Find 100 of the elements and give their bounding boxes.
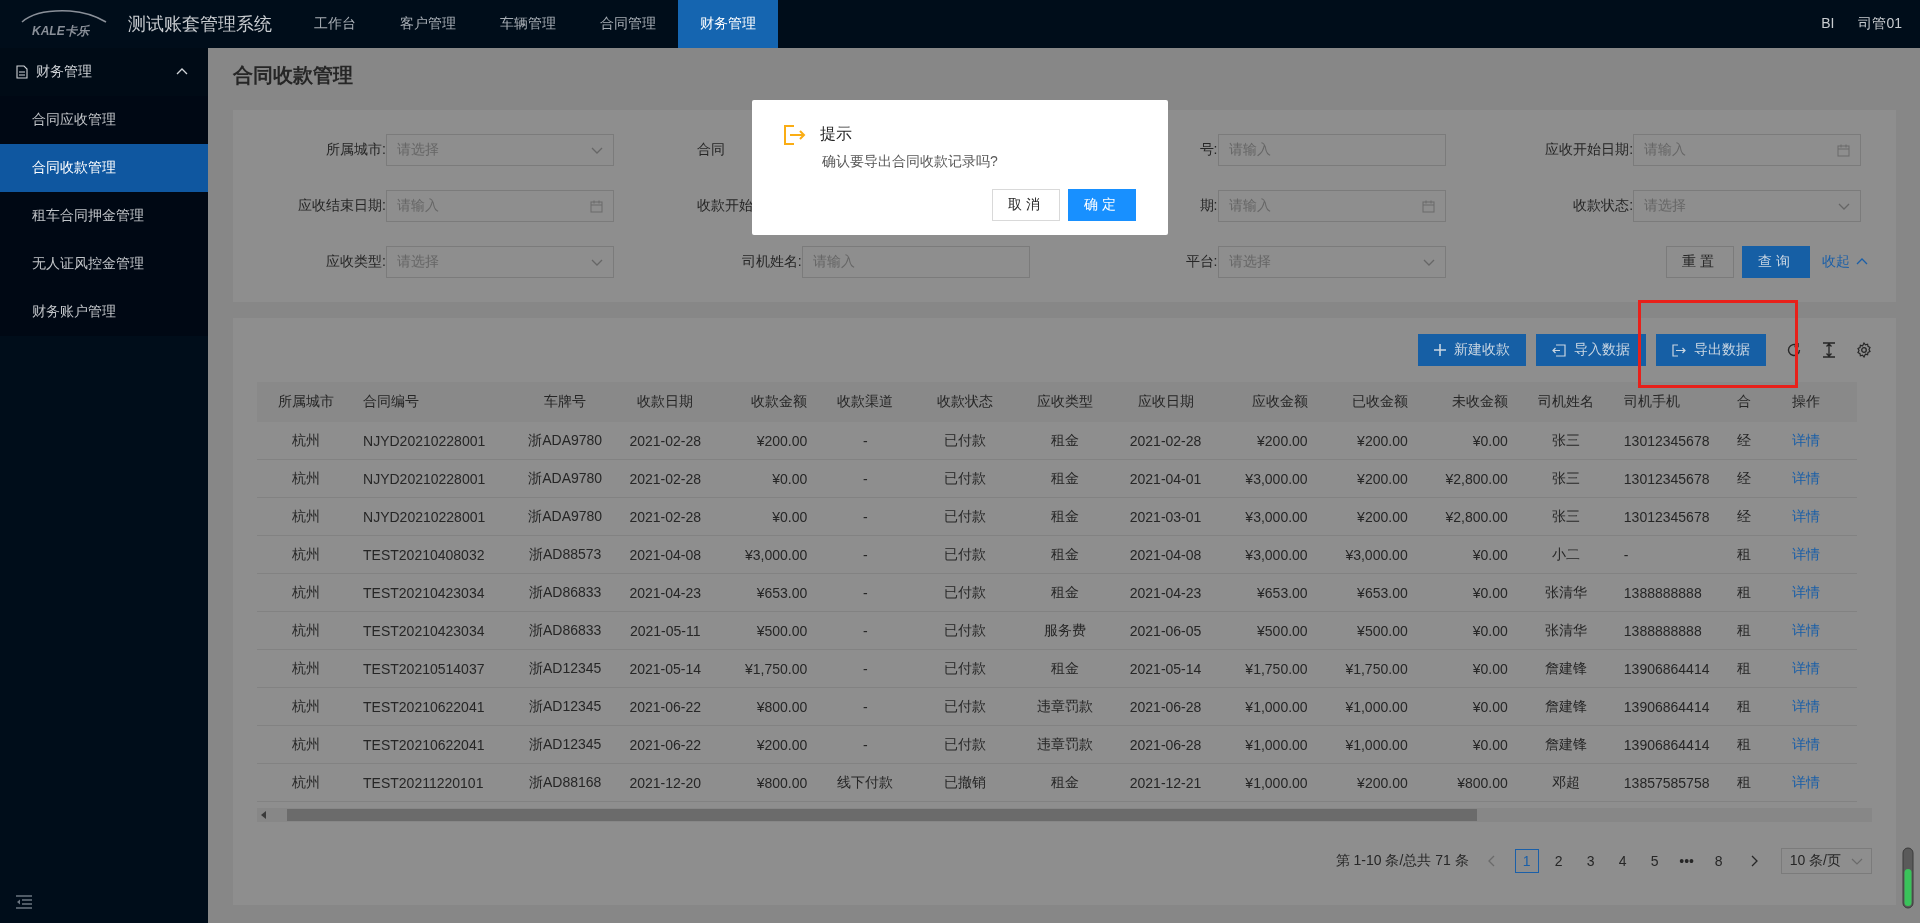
toolbar-button[interactable]: 导出数据 [1656, 334, 1766, 366]
column-height-icon[interactable] [1822, 342, 1836, 358]
table-cell: 2021-02-28 [1115, 422, 1216, 460]
table-cell: NJYD20210228001 [355, 459, 516, 498]
gauge-icon [1902, 847, 1914, 909]
pagination-summary: 第 1-10 条/总共 71 条 [1335, 852, 1469, 870]
table-cell: 詹建锋 [1515, 725, 1616, 764]
column-header: 未收金额 [1415, 382, 1516, 422]
table-cell: 租金 [1015, 573, 1116, 612]
nav-tab[interactable]: 车辆管理 [478, 0, 578, 48]
sidebar-item[interactable]: 合同收款管理 [0, 144, 208, 192]
reset-button[interactable]: 重置 [1666, 246, 1734, 278]
table-cell: ¥1,750.00 [715, 649, 816, 688]
table-cell: - [1615, 535, 1737, 574]
collapse-menu-icon[interactable] [16, 895, 32, 909]
table-cell: 线下付款 [815, 763, 916, 802]
table-cell: 13906864414 [1615, 725, 1737, 764]
table-cell: 1388888888 [1615, 611, 1737, 650]
table-cell: 13012345678 [1615, 497, 1737, 536]
page-size-select[interactable]: 10 条/页 [1780, 848, 1872, 874]
sidebar-item[interactable]: 无人证风控金管理 [0, 240, 208, 288]
ok-button[interactable]: 确定 [1068, 189, 1136, 221]
table-cell: ¥0.00 [715, 497, 816, 536]
scroll-left-icon[interactable] [261, 811, 267, 819]
table-cell: ¥200.00 [715, 725, 816, 764]
table-cell: 2021-02-28 [615, 459, 716, 498]
page-button[interactable]: 2 [1546, 849, 1571, 873]
nav-tab[interactable]: 财务管理 [678, 0, 778, 48]
table-cell: 浙ADA9780 [515, 422, 616, 460]
table-cell: 2021-04-08 [615, 535, 716, 574]
page-button[interactable]: ••• [1674, 849, 1699, 873]
table-cell: ¥3,000.00 [1315, 535, 1416, 574]
nav-tab[interactable]: 工作台 [292, 0, 378, 48]
table-cell: 2021-02-28 [615, 497, 716, 536]
cancel-button[interactable]: 取消 [992, 189, 1060, 221]
table-cell: 租 [1736, 535, 1756, 574]
table-cell: ¥200.00 [1315, 422, 1416, 460]
header-link[interactable]: BI [1821, 15, 1835, 33]
table-cell: - [815, 573, 916, 612]
column-header: 应收类型 [1015, 382, 1116, 422]
toolbar-button[interactable]: 导入数据 [1536, 334, 1646, 366]
table-cell: 张三 [1515, 422, 1616, 460]
table-cell: 詹建锋 [1515, 649, 1616, 688]
table-cell: ¥800.00 [715, 763, 816, 802]
table-cell: 浙ADA9780 [515, 459, 616, 498]
page-button[interactable]: 3 [1578, 849, 1603, 873]
column-header: 应收金额 [1215, 382, 1316, 422]
table-cell: 2021-04-23 [615, 573, 716, 612]
table-cell: ¥500.00 [1315, 611, 1416, 650]
app-title: 测试账套管理系统 [128, 13, 272, 36]
table-cell: - [815, 497, 916, 536]
table-cell: ¥0.00 [715, 459, 816, 498]
column-header: 车牌号 [515, 382, 616, 422]
table-cell: 2021-02-28 [615, 422, 716, 460]
table-cell: 浙AD86833 [515, 573, 616, 612]
nav-tab[interactable]: 合同管理 [578, 0, 678, 48]
nav-tab[interactable]: 客户管理 [378, 0, 478, 48]
table-cell: 2021-06-22 [615, 725, 716, 764]
column-header: 收款日期 [615, 382, 716, 422]
sidebar-item[interactable]: 合同应收管理 [0, 96, 208, 144]
table-cell: 张三 [1515, 497, 1616, 536]
page-button[interactable]: 4 [1610, 849, 1635, 873]
table-cell: 杭州 [257, 459, 356, 498]
field-label: 期: [1199, 197, 1218, 215]
table-cell: 13906864414 [1615, 687, 1737, 726]
settings-icon[interactable] [1856, 342, 1872, 358]
column-header: 收款渠道 [815, 382, 916, 422]
menu-group[interactable]: 财务管理 [0, 48, 208, 96]
table-cell: 杭州 [257, 422, 356, 460]
table-cell: 杭州 [257, 649, 356, 688]
page-button[interactable]: 8 [1706, 849, 1731, 873]
table-cell: ¥653.00 [1315, 573, 1416, 612]
table-cell: ¥200.00 [715, 422, 816, 460]
header-link[interactable]: 司管01 [1858, 15, 1902, 33]
column-header: 收款金额 [715, 382, 816, 422]
page-title: 合同收款管理 [233, 62, 353, 88]
field-label: 平台: [1185, 253, 1218, 271]
horizontal-scrollbar[interactable] [257, 808, 1872, 822]
table-cell: 经 [1736, 459, 1756, 498]
table-cell: 浙AD12345 [515, 649, 616, 688]
table-cell: - [815, 611, 916, 650]
table-cell: 2021-06-22 [615, 687, 716, 726]
refresh-icon[interactable] [1786, 342, 1802, 358]
table-cell: ¥653.00 [1215, 573, 1316, 612]
calendar-icon [1421, 199, 1435, 213]
sidebar-item[interactable]: 财务账户管理 [0, 288, 208, 336]
table-cell: - [815, 687, 916, 726]
page-button[interactable]: 5 [1642, 849, 1667, 873]
export-icon [1672, 343, 1686, 357]
toolbar-button[interactable]: 新建收款 [1418, 334, 1526, 366]
table-cell: 杭州 [257, 497, 356, 536]
table-cell: 13012345678 [1615, 422, 1737, 460]
query-button[interactable]: 查询 [1742, 246, 1810, 278]
table-cell: 已付款 [915, 422, 1016, 460]
table-cell: 杭州 [257, 573, 356, 612]
sidebar-item[interactable]: 租车合同押金管理 [0, 192, 208, 240]
table-cell: 张清华 [1515, 573, 1616, 612]
table-cell: 租 [1736, 763, 1756, 802]
table-cell: 已付款 [915, 497, 1016, 536]
table-cell: 租金 [1015, 763, 1116, 802]
